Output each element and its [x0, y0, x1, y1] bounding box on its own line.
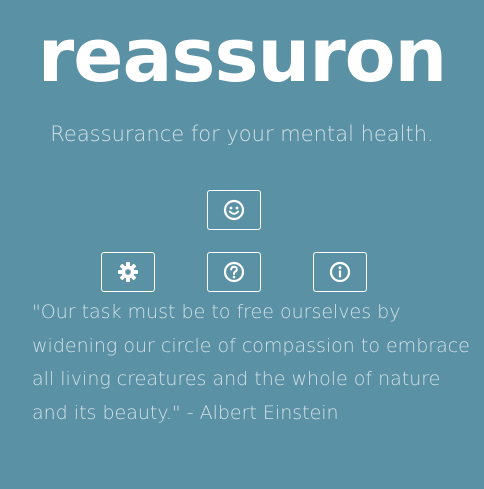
app-title: reassuron [37, 13, 447, 99]
help-button[interactable] [207, 252, 261, 292]
info-circle-icon [329, 261, 351, 283]
gear-icon [117, 261, 139, 283]
quote-text: "Our task must be to free ourselves by w… [32, 301, 470, 424]
info-button[interactable] [313, 252, 367, 292]
mood-button[interactable] [207, 190, 261, 230]
question-circle-icon [223, 261, 245, 283]
settings-button[interactable] [101, 252, 155, 292]
tagline: Reassurance for your mental health. [50, 122, 434, 146]
smiley-icon [223, 199, 245, 221]
